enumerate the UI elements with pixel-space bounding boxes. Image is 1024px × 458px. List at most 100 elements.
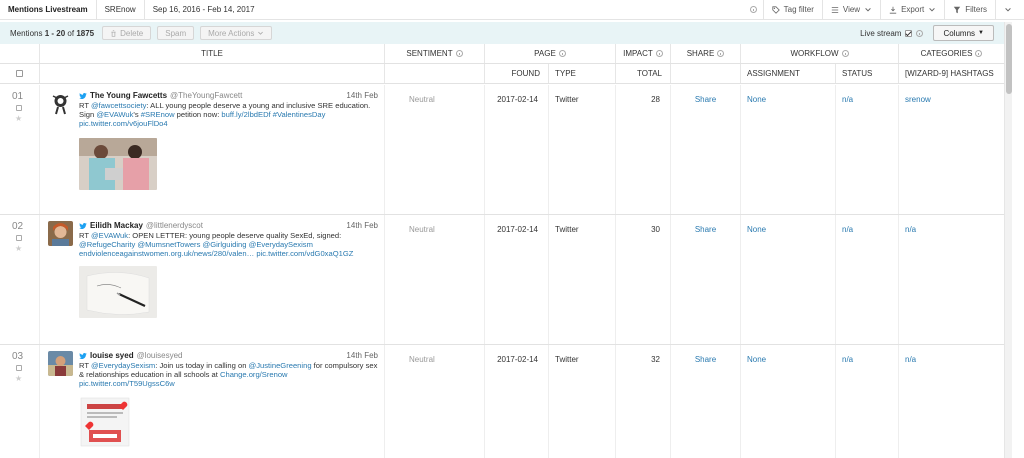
mentions-toolbar: Mentions 1 - 20 of 1875 Delete Spam More… bbox=[0, 22, 1004, 44]
mention-link[interactable]: @fawcettsociety bbox=[91, 101, 146, 110]
header-share[interactable]: SHARE bbox=[671, 44, 741, 63]
select-all-checkbox[interactable] bbox=[16, 70, 23, 77]
info-icon[interactable] bbox=[744, 0, 763, 20]
mention-link[interactable]: @MumsnetTowers bbox=[137, 240, 200, 249]
header-page[interactable]: PAGE bbox=[485, 44, 616, 63]
delete-button[interactable]: Delete bbox=[102, 26, 152, 40]
hashtags-cell: srenow bbox=[899, 85, 1004, 214]
hashtags-cell: n/a bbox=[899, 345, 1004, 458]
export-button[interactable]: Export bbox=[880, 0, 944, 20]
author-name[interactable]: Eilidh Mackay bbox=[90, 221, 143, 230]
avatar[interactable] bbox=[48, 91, 73, 116]
header-categories[interactable]: CATEGORIES bbox=[899, 44, 1004, 63]
sentiment-value[interactable]: Neutral bbox=[385, 85, 484, 104]
author-name[interactable]: The Young Fawcetts bbox=[90, 91, 167, 100]
status-link[interactable]: n/a bbox=[836, 215, 898, 234]
author-name[interactable]: louise syed bbox=[90, 351, 134, 360]
assignment-link[interactable]: None bbox=[741, 85, 835, 104]
tag-filter-button[interactable]: Tag filter bbox=[762, 0, 822, 20]
hashtags-link[interactable]: srenow bbox=[899, 85, 1004, 104]
hashtags-link[interactable]: n/a bbox=[899, 215, 1004, 234]
project-selector[interactable]: SREnow bbox=[97, 0, 145, 20]
table-subheader: FOUND TYPE TOTAL ASSIGNMENT STATUS [WIZA… bbox=[0, 64, 1004, 84]
filters-button[interactable]: Filters bbox=[944, 0, 995, 20]
mention-link[interactable]: @RefugeCharity bbox=[79, 240, 135, 249]
row-checkbox[interactable] bbox=[16, 235, 22, 241]
status-link[interactable]: n/a bbox=[836, 85, 898, 104]
sentiment-value[interactable]: Neutral bbox=[385, 345, 484, 364]
header-sentiment[interactable]: SENTIMENT bbox=[385, 44, 485, 63]
header-impact[interactable]: IMPACT bbox=[616, 44, 671, 63]
assignment-link[interactable]: None bbox=[741, 345, 835, 364]
source-type: Twitter bbox=[555, 95, 579, 104]
mention-image[interactable] bbox=[79, 396, 131, 448]
mention-text-fragment: RT bbox=[79, 101, 91, 110]
mention-link[interactable]: buff.ly/2lbdEDf bbox=[221, 110, 270, 119]
table-row[interactable]: 01 ★ The Young Fawcetts @TheYoungFawcett… bbox=[0, 85, 1004, 215]
mention-link[interactable]: @EverydaySexism bbox=[91, 361, 155, 370]
mention-link[interactable]: #ValentinesDay bbox=[273, 110, 326, 119]
row-checkbox[interactable] bbox=[16, 365, 22, 371]
mention-link[interactable]: @EVAWuk bbox=[96, 110, 133, 119]
author-handle[interactable]: @littlenerdyscot bbox=[146, 221, 203, 230]
header-status[interactable]: STATUS bbox=[836, 64, 899, 83]
share-link[interactable]: Share bbox=[671, 215, 740, 234]
date-range-picker[interactable]: Sep 16, 2016 - Feb 14, 2017 bbox=[145, 0, 263, 20]
mention-link[interactable]: @EverydaySexism bbox=[249, 240, 313, 249]
share-link[interactable]: Share bbox=[671, 85, 740, 104]
row-number: 03 bbox=[12, 351, 24, 362]
more-actions-dropdown[interactable]: More Actions bbox=[200, 26, 273, 40]
info-icon bbox=[558, 50, 566, 57]
type-cell: Twitter bbox=[549, 85, 616, 214]
mention-link[interactable]: Change.org/Srenow bbox=[220, 370, 288, 379]
chevron-down-icon bbox=[865, 7, 871, 11]
columns-button[interactable]: Columns ▼ bbox=[933, 25, 994, 41]
avatar[interactable] bbox=[48, 221, 73, 246]
row-checkbox[interactable] bbox=[16, 105, 22, 111]
collapse-button[interactable] bbox=[995, 0, 1024, 20]
spam-button[interactable]: Spam bbox=[157, 26, 195, 40]
list-icon bbox=[831, 6, 839, 13]
mention-link[interactable]: #SREnow bbox=[141, 110, 175, 119]
mention-link[interactable]: pic.twitter.com/vdG0xaQ1GZ bbox=[256, 249, 353, 258]
table-row[interactable]: 03 ★ louise syed @louisesyed 14th Feb RT… bbox=[0, 345, 1004, 458]
found-cell: 2017-02-14 bbox=[485, 85, 549, 214]
vertical-scrollbar[interactable] bbox=[1004, 22, 1012, 458]
author-handle[interactable]: @TheYoungFawcett bbox=[170, 91, 242, 100]
assignment-link[interactable]: None bbox=[741, 215, 835, 234]
author-handle[interactable]: @louisesyed bbox=[137, 351, 183, 360]
header-found[interactable]: FOUND bbox=[485, 64, 549, 83]
mention-link[interactable]: endviolenceagainstwomen.org.uk/news/280/… bbox=[79, 249, 254, 258]
header-total[interactable]: TOTAL bbox=[616, 64, 671, 83]
header-hashtags[interactable]: [WIZARD-9] HASHTAGS bbox=[899, 64, 1004, 83]
header-assignment[interactable]: ASSIGNMENT bbox=[741, 64, 836, 83]
header-title[interactable]: TITLE bbox=[40, 44, 385, 63]
header-workflow[interactable]: WORKFLOW bbox=[741, 44, 899, 63]
hashtags-link[interactable]: n/a bbox=[899, 345, 1004, 364]
table-row[interactable]: 02 ★ Eilidh Mackay @littlenerdyscot 14th… bbox=[0, 215, 1004, 345]
mention-image[interactable] bbox=[79, 266, 157, 318]
mention-link[interactable]: @JustineGreening bbox=[249, 361, 312, 370]
mention-link[interactable]: @EVAWuk bbox=[91, 231, 128, 240]
share-link[interactable]: Share bbox=[671, 345, 740, 364]
scrollbar-thumb[interactable] bbox=[1006, 24, 1012, 94]
impact-cell: 30 bbox=[616, 215, 671, 344]
sentiment-value[interactable]: Neutral bbox=[385, 215, 484, 234]
mention-image[interactable] bbox=[79, 138, 157, 190]
live-stream-toggle[interactable]: Live stream bbox=[860, 29, 924, 38]
avatar[interactable] bbox=[48, 351, 73, 376]
row-control-cell: 03 ★ bbox=[0, 345, 40, 458]
header-spacer bbox=[0, 44, 40, 63]
star-icon[interactable]: ★ bbox=[15, 244, 39, 253]
mention-link[interactable]: @Girlguiding bbox=[203, 240, 247, 249]
star-icon[interactable]: ★ bbox=[15, 374, 39, 383]
mention-cell: Eilidh Mackay @littlenerdyscot 14th Feb … bbox=[40, 215, 385, 344]
live-stream-checkbox[interactable] bbox=[905, 29, 913, 37]
view-button[interactable]: View bbox=[821, 0, 880, 20]
mention-link[interactable]: pic.twitter.com/T59UgssC6w bbox=[79, 379, 175, 388]
status-link[interactable]: n/a bbox=[836, 345, 898, 364]
star-icon[interactable]: ★ bbox=[15, 114, 39, 123]
header-type[interactable]: TYPE bbox=[549, 64, 616, 83]
info-icon bbox=[841, 50, 849, 57]
mention-link[interactable]: pic.twitter.com/v6jouFlDo4 bbox=[79, 119, 168, 128]
